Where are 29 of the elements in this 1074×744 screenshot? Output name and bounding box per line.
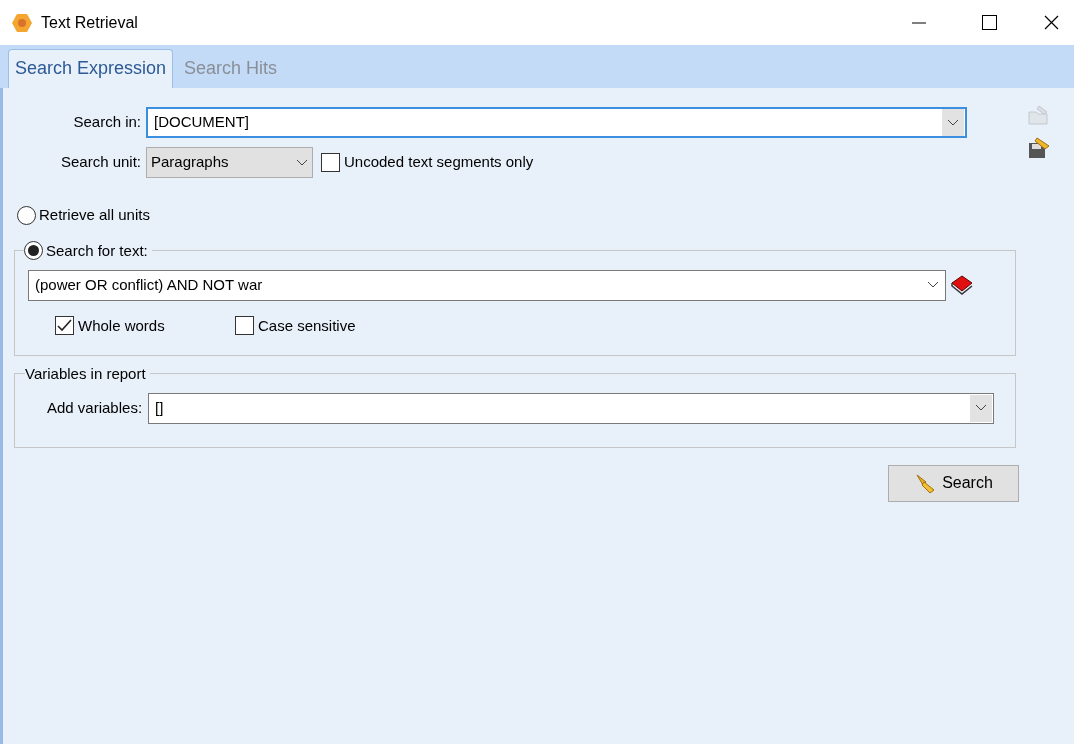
app-logo-icon bbox=[11, 11, 33, 34]
checkbox[interactable] bbox=[55, 316, 74, 336]
field-label: Search in: bbox=[72, 112, 142, 133]
field-label: Add variables: bbox=[47, 397, 143, 418]
search-unit-dropdown[interactable]: Paragraphs bbox=[146, 147, 313, 178]
dropdown-value: Paragraphs bbox=[151, 152, 229, 173]
window-title: Text Retrieval bbox=[41, 12, 138, 33]
radio-label: Retrieve all units bbox=[39, 205, 150, 225]
add-variables-combo[interactable]: [] bbox=[148, 392, 995, 424]
tab[interactable]: Search Expression bbox=[8, 49, 174, 88]
search-button[interactable]: Search bbox=[888, 464, 1019, 502]
checkbox[interactable] bbox=[235, 316, 254, 336]
group-title: Variables in report bbox=[25, 363, 146, 384]
search-in-combo[interactable]: [DOCUMENT] bbox=[146, 107, 967, 138]
checkbox-label: Whole words bbox=[78, 315, 165, 336]
field-label: Search unit: bbox=[59, 152, 142, 173]
checkbox[interactable] bbox=[321, 153, 340, 172]
radio-label: Search for text: bbox=[46, 240, 148, 261]
combo-value: [] bbox=[154, 397, 165, 418]
checkbox-label: Uncoded text segments only bbox=[344, 152, 534, 173]
book-icon[interactable] bbox=[950, 274, 974, 296]
radio-button[interactable] bbox=[24, 241, 43, 260]
chevron-icon[interactable] bbox=[296, 158, 308, 167]
combo-value: [DOCUMENT] bbox=[153, 112, 250, 133]
save-disk-icon[interactable] bbox=[1027, 136, 1051, 160]
search-text-combo[interactable]: (power OR conflict) AND NOT war bbox=[28, 269, 946, 301]
combo-value: (power OR conflict) AND NOT war bbox=[34, 274, 264, 295]
radio-button[interactable] bbox=[17, 205, 36, 225]
checkbox-label: Case sensitive bbox=[258, 315, 356, 336]
